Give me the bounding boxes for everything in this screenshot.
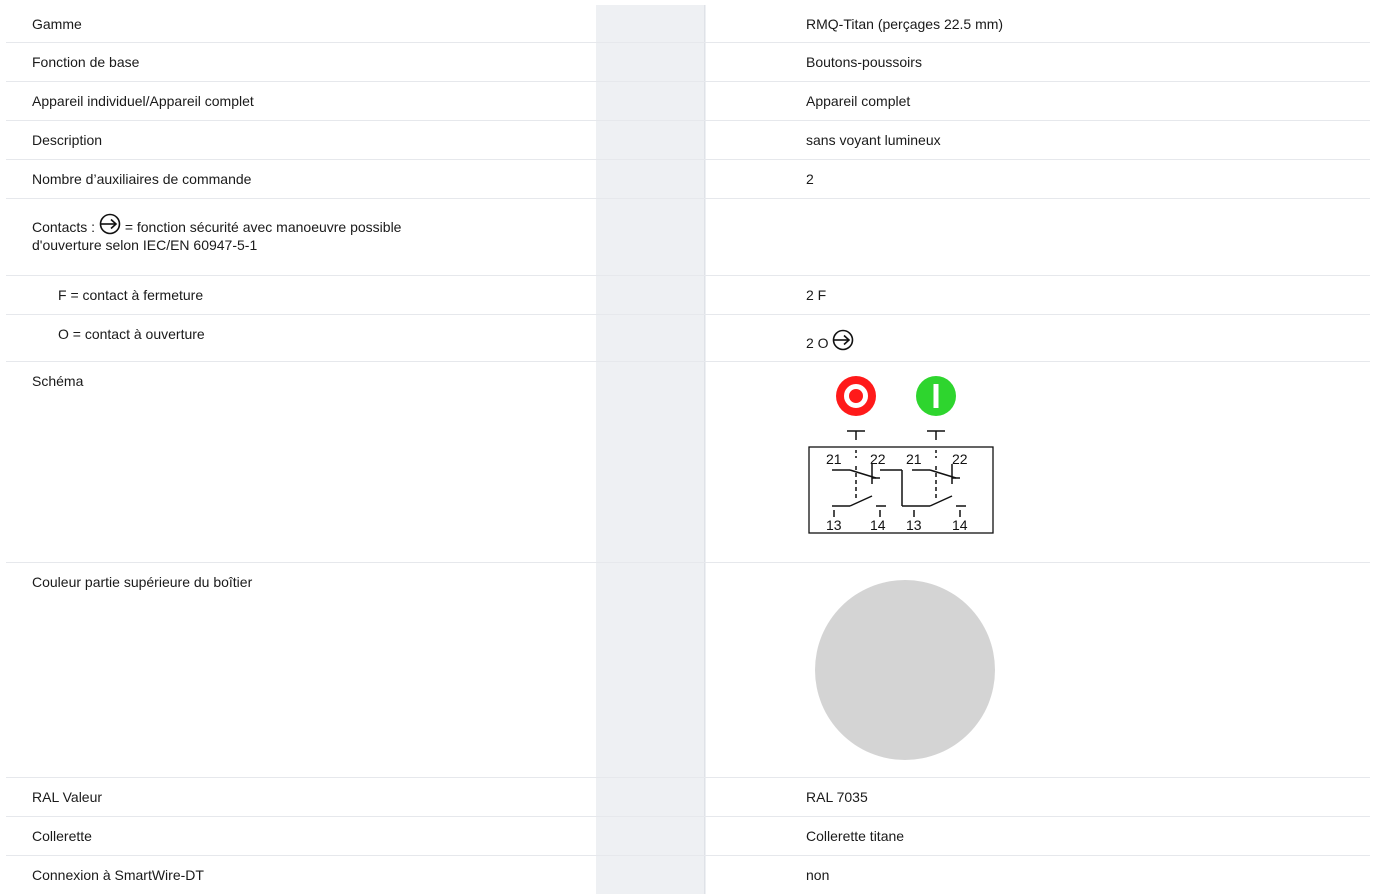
label-description: Description	[32, 132, 103, 148]
row-fermeture: F = contact à fermeture 2 F	[6, 276, 1370, 315]
label-collerette: Collerette	[32, 828, 92, 844]
contacts-prefix: Contacts :	[32, 219, 96, 235]
value-ouverture: 2 O	[806, 335, 829, 351]
value-collerette: Collerette titane	[806, 828, 905, 844]
label-schema: Schéma	[32, 373, 84, 389]
positive-opening-icon	[833, 329, 854, 351]
label-gamme: Gamme	[32, 16, 82, 32]
row-description: Description sans voyant lumineux	[6, 121, 1370, 160]
terminal-label: 14	[870, 517, 886, 533]
label-ouverture: O = contact à ouverture	[58, 326, 205, 342]
label-smartwire: Connexion à SmartWire-DT	[32, 867, 204, 883]
positive-opening-icon	[99, 213, 121, 235]
label-contacts: Contacts : = fonction sécurité avec mano…	[32, 213, 401, 254]
terminal-label: 21	[906, 451, 922, 467]
label-ral: RAL Valeur	[32, 789, 103, 805]
row-gamme: Gamme RMQ-Titan (perçages 22.5 mm)	[6, 5, 1370, 43]
row-smartwire: Connexion à SmartWire-DT non	[6, 856, 1370, 894]
terminal-label: 22	[870, 451, 886, 467]
label-couleur: Couleur partie supérieure du boîtier	[32, 574, 253, 590]
terminal-label: 13	[906, 517, 922, 533]
color-swatch	[815, 580, 995, 760]
contacts-line2: d'ouverture selon IEC/EN 60947-5-1	[32, 237, 258, 253]
value-gamme: RMQ-Titan (perçages 22.5 mm)	[806, 16, 1004, 32]
label-fonction: Fonction de base	[32, 54, 140, 70]
label-appareil: Appareil individuel/Appareil complet	[32, 93, 254, 109]
terminal-labels: 21 22 21 22 13 14 13 14	[826, 451, 968, 533]
terminal-label: 21	[826, 451, 842, 467]
spec-table: Gamme RMQ-Titan (perçages 22.5 mm) Fonct…	[6, 5, 1370, 894]
row-nombre: Nombre d’auxiliaires de commande 2	[6, 160, 1370, 199]
value-fermeture: 2 F	[806, 287, 827, 303]
row-collerette: Collerette Collerette titane	[6, 817, 1370, 856]
contacts-suffix: = fonction sécurité avec manoeuvre possi…	[124, 219, 402, 235]
stop-button-symbol	[836, 376, 876, 416]
label-fermeture: F = contact à fermeture	[58, 287, 204, 303]
label-nombre: Nombre d’auxiliaires de commande	[32, 171, 252, 187]
row-contacts: Contacts : = fonction sécurité avec mano…	[6, 199, 1370, 276]
row-fonction: Fonction de base Boutons-poussoirs	[6, 43, 1370, 82]
terminal-label: 13	[826, 517, 842, 533]
row-ral: RAL Valeur RAL 7035	[6, 778, 1370, 817]
value-appareil: Appareil complet	[806, 93, 911, 109]
value-smartwire: non	[806, 867, 830, 883]
value-nombre: 2	[806, 171, 814, 187]
value-ouverture-wrap: 2 O	[806, 329, 854, 352]
row-couleur: Couleur partie supérieure du boîtier	[6, 563, 1370, 778]
wiring-diagram: 21 22 21 22 13 14 13 14	[808, 376, 994, 534]
value-description: sans voyant lumineux	[806, 132, 941, 148]
value-fonction: Boutons-poussoirs	[806, 54, 922, 70]
row-appareil: Appareil individuel/Appareil complet App…	[6, 82, 1370, 121]
value-ral: RAL 7035	[806, 789, 868, 805]
actuator-symbols	[847, 430, 945, 440]
start-i-mark	[933, 384, 939, 408]
row-schema: Schéma 21 22 21 22 13 14 13 14	[6, 362, 1370, 563]
contact-lines	[832, 450, 966, 517]
terminal-label: 14	[952, 517, 968, 533]
row-ouverture: O = contact à ouverture 2 O	[6, 315, 1370, 362]
terminal-label: 22	[952, 451, 968, 467]
